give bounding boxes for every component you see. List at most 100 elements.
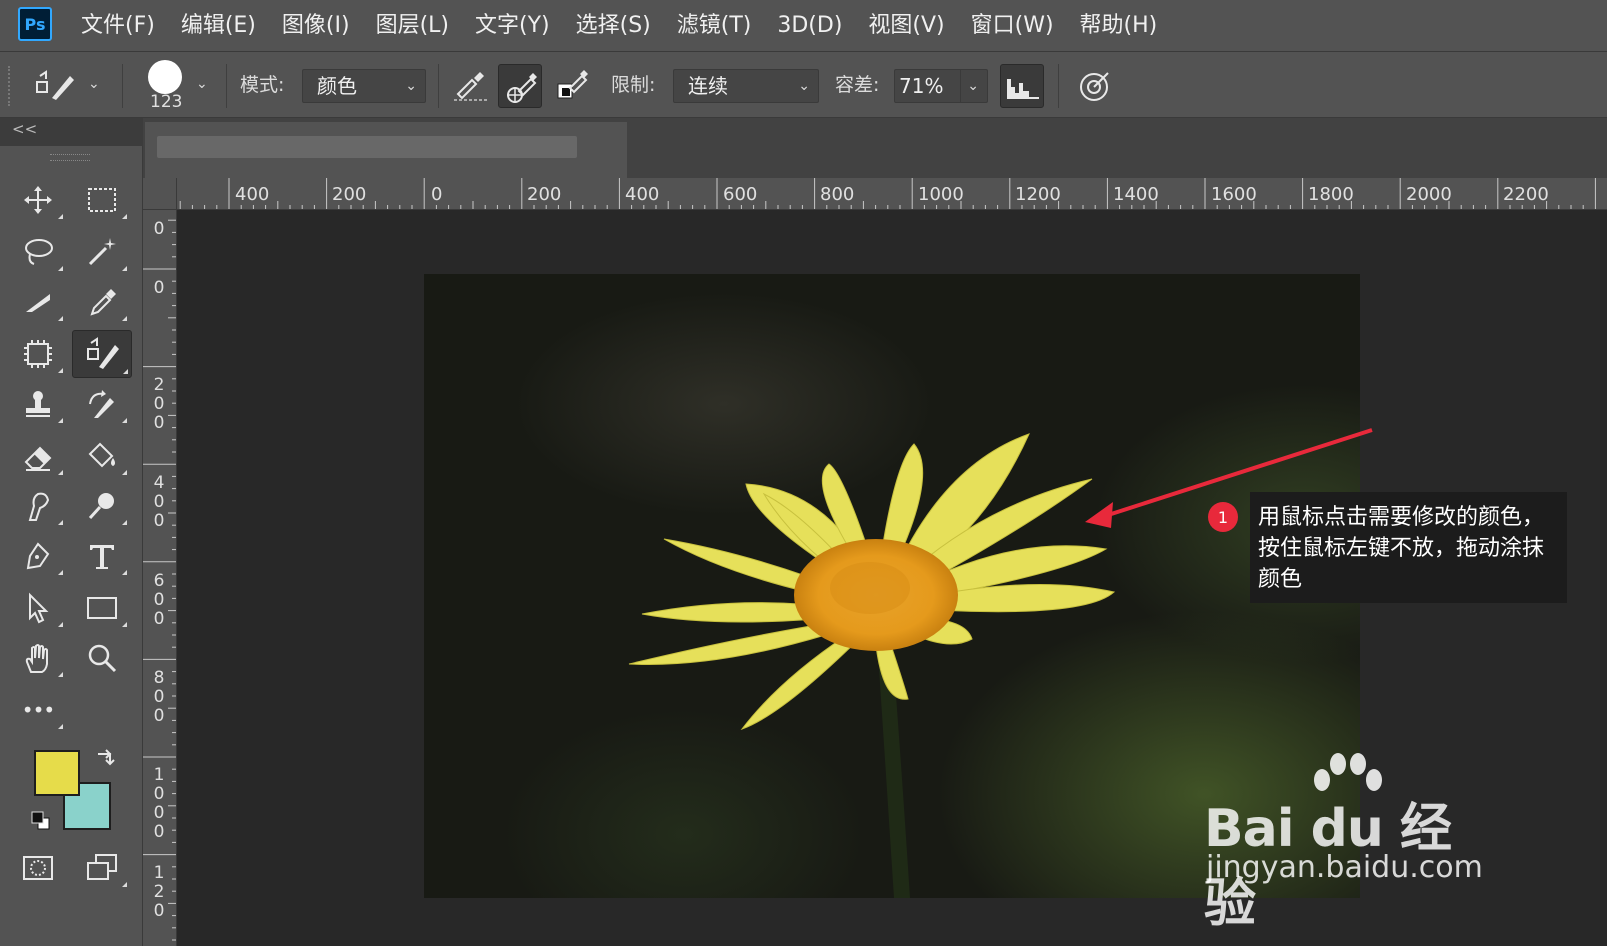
menu-type[interactable]: 文字(Y) — [462, 0, 563, 52]
smudge-tool[interactable] — [10, 484, 66, 528]
crop-slice-tool[interactable] — [10, 280, 66, 324]
eraser-tool[interactable] — [10, 434, 66, 478]
eyedropper-tool[interactable] — [74, 280, 130, 324]
paint-bucket-tool[interactable] — [74, 434, 130, 478]
chevron-down-icon[interactable]: ⌄ — [88, 76, 100, 92]
menu-bar: Ps 文件(F) 编辑(E) 图像(I) 图层(L) 文字(Y) 选择(S) 滤… — [0, 0, 1607, 52]
chevron-down-icon[interactable]: ⌄ — [960, 70, 979, 102]
ruler-label: 1600 — [1211, 184, 1257, 205]
default-colors-icon[interactable] — [30, 810, 52, 832]
divider — [226, 64, 227, 108]
options-bar-grip[interactable] — [8, 66, 16, 106]
document-tab-title-blurred — [157, 136, 577, 158]
color-replacement-tool[interactable] — [72, 330, 132, 378]
type-tool[interactable] — [74, 534, 130, 578]
step-badge: 1 — [1208, 502, 1238, 532]
color-replacement-tool-icon — [36, 70, 74, 100]
anti-alias-button[interactable] — [1000, 64, 1044, 108]
ruler-label: 1400 — [1113, 184, 1159, 205]
zoom-magnifier-icon — [88, 644, 117, 673]
options-bar: ⌄ 123 ⌄ 模式: 颜色 ⌄ 限制: 连续 ⌄ 容差: 71% ⌄ — [0, 52, 1607, 118]
swap-colors-icon[interactable] — [94, 746, 116, 768]
pen-tool[interactable] — [10, 534, 66, 578]
horizontal-ruler[interactable]: 400 200 0 200 400 600 800 1000 1200 1400… — [177, 178, 1607, 210]
ruler-label: 600 — [153, 571, 165, 629]
horizontal-ruler-ticks — [179, 178, 1596, 209]
brush-picker-chevron-icon[interactable]: ⌄ — [196, 76, 208, 92]
paint-bucket-icon — [88, 442, 115, 468]
vertical-ruler[interactable]: 0 0 200 400 600 800 1000 120 — [143, 210, 177, 946]
chevron-down-icon: ⌄ — [405, 78, 417, 94]
frame-icon — [24, 340, 52, 368]
menu-layer[interactable]: 图层(L) — [363, 0, 462, 52]
tolerance-input[interactable]: 71% ⌄ — [894, 69, 988, 103]
menu-help[interactable]: 帮助(H) — [1067, 0, 1171, 52]
arrow-pointer-icon — [29, 592, 49, 624]
rectangle-tool[interactable] — [74, 586, 130, 630]
menu-image[interactable]: 图像(I) — [269, 0, 363, 52]
quick-mask-button[interactable] — [10, 846, 66, 890]
rectangle-shape-icon — [87, 597, 117, 619]
menu-view[interactable]: 视图(V) — [855, 0, 957, 52]
history-brush-icon — [89, 390, 114, 418]
sampling-background-swatch-button[interactable] — [550, 64, 594, 108]
limit-value: 连续 — [688, 74, 728, 98]
clone-stamp-tool[interactable] — [10, 382, 66, 426]
path-selection-tool[interactable] — [10, 586, 66, 630]
document-tab[interactable] — [145, 122, 627, 178]
foreground-color-swatch[interactable] — [34, 750, 80, 796]
toolbar-grip[interactable] — [50, 154, 90, 161]
ruler-label: 400 — [235, 184, 270, 205]
edit-toolbar-button[interactable]: ••• — [10, 688, 66, 732]
callout-text: 用鼠标点击需要修改的颜色，按住鼠标左键不放，拖动涂抹颜色 — [1258, 505, 1545, 592]
sampling-once-button[interactable] — [498, 64, 542, 108]
ruler-label: 0 — [431, 184, 443, 205]
tolerance-label: 容差: — [835, 74, 880, 96]
mode-select[interactable]: 颜色 ⌄ — [302, 69, 426, 103]
eyedropper-continuous-icon — [454, 72, 488, 101]
move-tool[interactable] — [10, 178, 66, 222]
ruler-label: 120 — [153, 863, 165, 921]
screen-mode-icon — [87, 854, 117, 880]
ruler-origin[interactable] — [143, 178, 177, 210]
marquee-tool[interactable] — [74, 178, 130, 222]
ruler-label: 800 — [820, 184, 855, 205]
hand-tool[interactable] — [10, 636, 66, 680]
menu-3d[interactable]: 3D(D) — [764, 0, 855, 52]
history-brush-tool[interactable] — [74, 382, 130, 426]
frame-tool[interactable] — [10, 332, 66, 376]
zoom-tool[interactable] — [74, 636, 130, 680]
limit-select[interactable]: 连续 ⌄ — [673, 69, 819, 103]
tools-panel: ••• — [0, 146, 143, 946]
eraser-icon — [24, 446, 52, 471]
tolerance-value: 71% — [899, 74, 944, 98]
pressure-size-button[interactable] — [1072, 64, 1116, 108]
dodge-icon — [88, 493, 114, 520]
mode-label: 模式: — [240, 74, 285, 96]
sampling-continuous-button[interactable] — [448, 64, 492, 108]
lasso-tool[interactable] — [10, 230, 66, 274]
ruler-label: 200 — [527, 184, 562, 205]
collapse-toolbar-button[interactable]: << — [12, 120, 37, 138]
menu-filter[interactable]: 滤镜(T) — [664, 0, 765, 52]
menu-file[interactable]: 文件(F) — [68, 0, 168, 52]
tool-preset-picker[interactable] — [32, 68, 80, 104]
brush-tip-preview[interactable] — [148, 60, 182, 94]
magic-wand-tool[interactable] — [74, 230, 130, 274]
dodge-tool[interactable] — [74, 484, 130, 528]
ruler-label: 400 — [153, 473, 165, 531]
ruler-label: 1000 — [153, 765, 165, 842]
rectangular-marquee-icon — [88, 188, 116, 212]
divider — [122, 64, 123, 108]
pen-nib-icon — [26, 542, 50, 570]
lasso-icon — [25, 239, 53, 265]
brush-size: 123 — [150, 92, 183, 112]
slice-icon — [26, 294, 50, 312]
ruler-label: 600 — [723, 184, 758, 205]
ruler-label: 1200 — [1015, 184, 1061, 205]
screen-mode-button[interactable] — [74, 846, 130, 890]
menu-edit[interactable]: 编辑(E) — [168, 0, 269, 52]
menu-select[interactable]: 选择(S) — [563, 0, 664, 52]
smudge-finger-icon — [28, 492, 50, 521]
menu-window[interactable]: 窗口(W) — [958, 0, 1067, 52]
